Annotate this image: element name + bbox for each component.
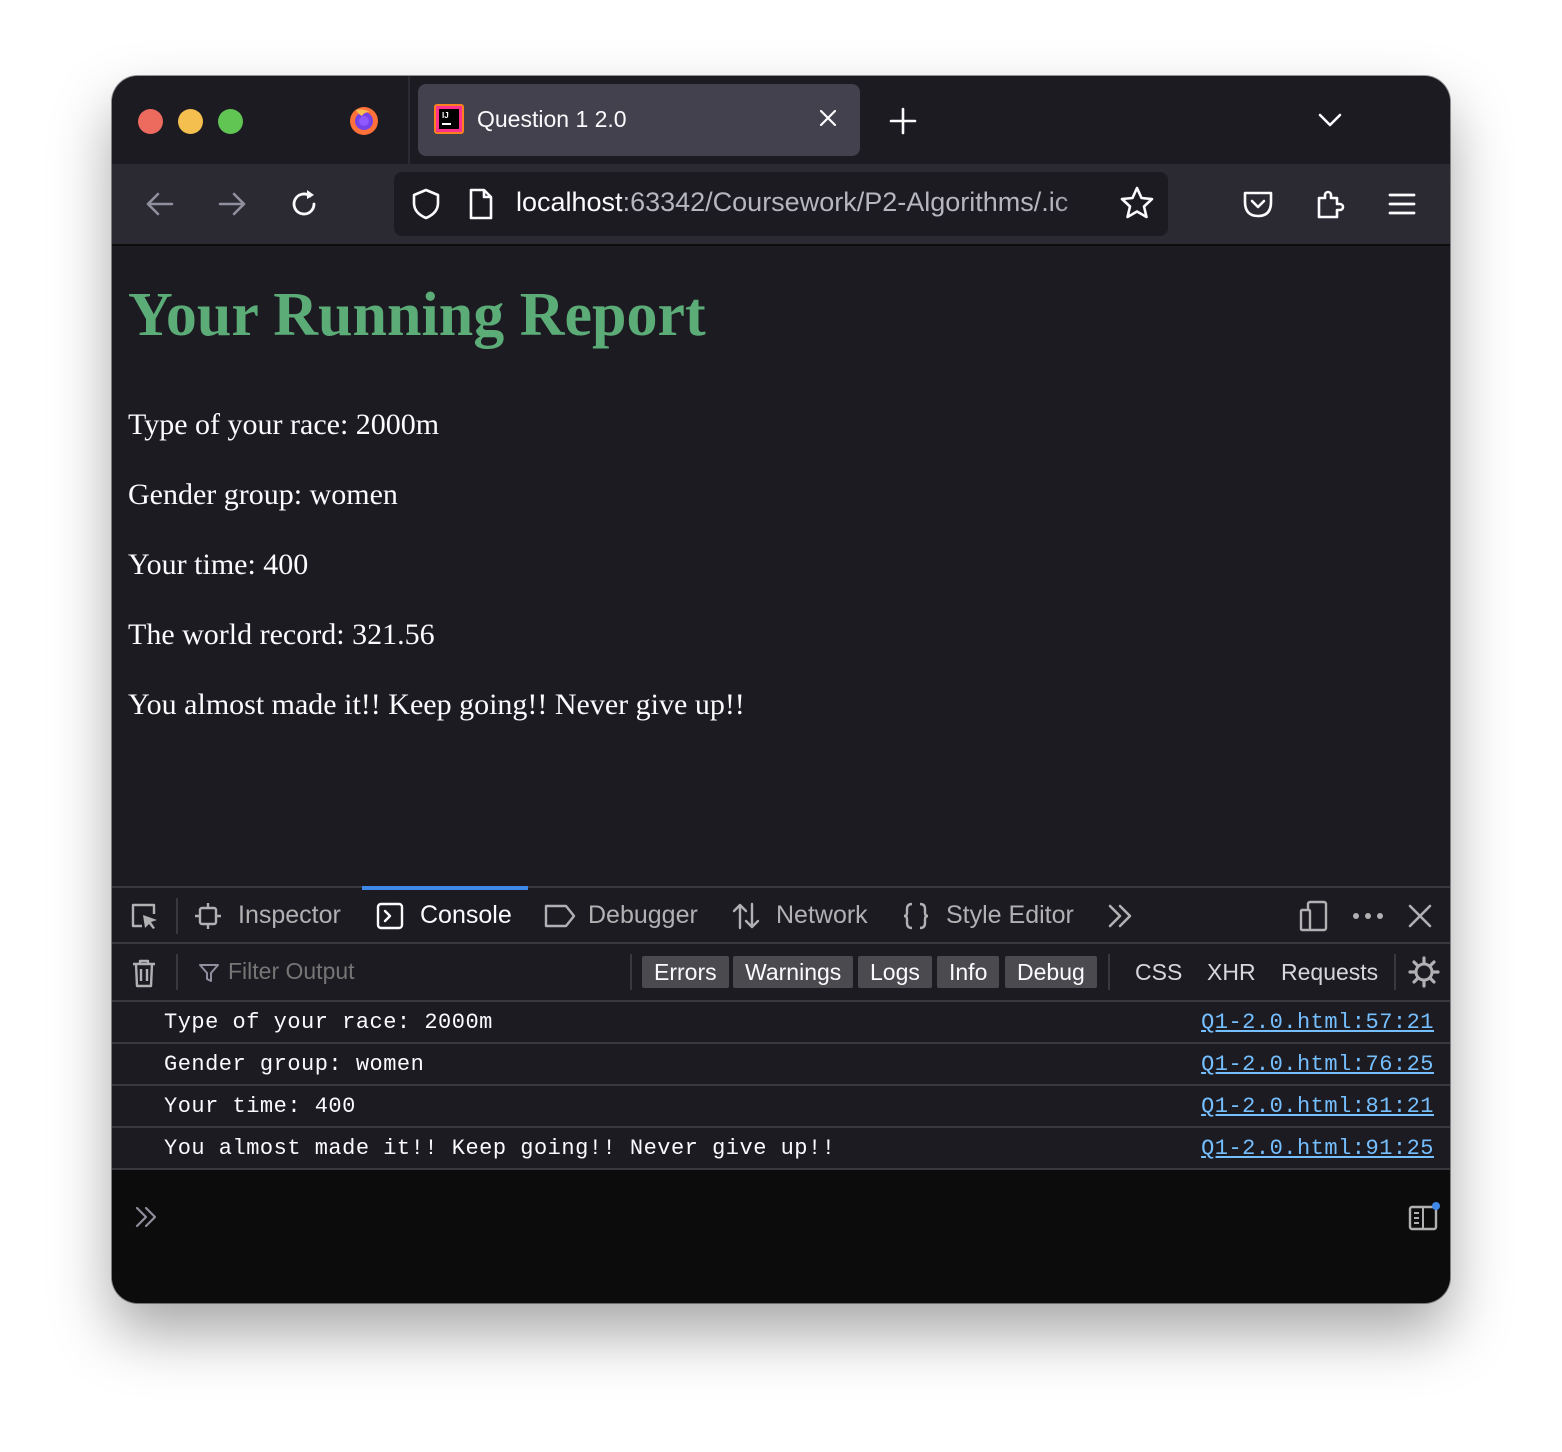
tab-style-editor[interactable]: Style Editor — [902, 888, 1082, 942]
filter-requests-button[interactable]: Requests — [1281, 956, 1378, 988]
url-bar[interactable]: localhost:63342/Coursework/P2-Algorithms… — [394, 172, 1168, 236]
tab-inspector[interactable]: Inspector — [194, 888, 354, 942]
page-content: Your Running Report Type of your race: 2… — [112, 246, 1450, 886]
tab-label: Network — [776, 901, 868, 929]
filter-errors-button[interactable]: Errors — [642, 956, 729, 988]
inspector-icon — [195, 903, 221, 929]
filter-funnel-icon — [199, 964, 219, 982]
shield-icon[interactable] — [408, 186, 444, 222]
page-info-icon[interactable] — [466, 186, 496, 222]
browser-window: IJ Question 1 2.0 localhost:63342/Course… — [112, 76, 1450, 1303]
console-input[interactable] — [172, 1198, 1372, 1238]
log-message: Type of your race: 2000m — [164, 1010, 493, 1035]
tab-network[interactable]: Network — [732, 888, 882, 942]
log-source-link[interactable]: Q1-2.0.html:76:25 — [1201, 1052, 1434, 1077]
tab-bar: IJ Question 1 2.0 — [112, 76, 1450, 164]
firefox-logo-icon[interactable] — [348, 104, 380, 136]
bookmark-star-icon[interactable] — [1118, 184, 1156, 222]
your-time-text: Your time: 400 — [128, 548, 309, 581]
minimize-window-button[interactable] — [178, 109, 203, 134]
debugger-icon — [544, 904, 576, 928]
extensions-puzzle-icon[interactable] — [1312, 186, 1348, 222]
devtools-toolbar: Inspector Console Debugger Network Style… — [112, 886, 1450, 944]
tab-separator — [408, 76, 410, 164]
pocket-icon[interactable] — [1240, 186, 1276, 222]
console-log-row: Your time: 400 Q1-2.0.html:81:21 — [112, 1086, 1450, 1128]
console-log-row: Gender group: women Q1-2.0.html:76:25 — [112, 1044, 1450, 1086]
forward-icon[interactable] — [214, 186, 250, 222]
responsive-design-icon[interactable] — [1298, 900, 1330, 932]
filter-logs-button[interactable]: Logs — [858, 956, 932, 988]
tab-label: Console — [420, 901, 512, 929]
close-window-button[interactable] — [138, 109, 163, 134]
log-message: You almost made it!! Keep going!! Never … — [164, 1136, 836, 1161]
toolbar-separator — [630, 954, 632, 990]
toolbar-separator — [176, 898, 178, 934]
console-icon — [376, 902, 404, 930]
intellij-favicon-icon: IJ — [434, 104, 464, 134]
gender-group-text: Gender group: women — [128, 478, 398, 511]
chevron-down-icon[interactable] — [1316, 106, 1344, 134]
encouragement-text: You almost made it!! Keep going!! Never … — [128, 688, 745, 721]
svg-text:IJ: IJ — [442, 111, 449, 120]
settings-gear-icon[interactable] — [1408, 956, 1440, 988]
tab-label: Inspector — [238, 901, 341, 929]
devtools-panel: Inspector Console Debugger Network Style… — [112, 886, 1450, 1303]
tab-debugger[interactable]: Debugger — [544, 888, 714, 942]
console-filter-bar: Errors Warnings Logs Info Debug CSS XHR … — [112, 944, 1450, 1002]
filter-output-input[interactable] — [228, 958, 608, 985]
trash-icon[interactable] — [130, 958, 158, 988]
navigation-toolbar: localhost:63342/Coursework/P2-Algorithms… — [112, 164, 1450, 246]
filter-info-button[interactable]: Info — [937, 956, 1000, 988]
url-host: localhost — [516, 187, 623, 217]
close-devtools-icon[interactable] — [1406, 902, 1434, 930]
tab-console[interactable]: Console — [376, 888, 526, 942]
url-text[interactable]: localhost:63342/Coursework/P2-Algorithms… — [516, 187, 1116, 218]
log-source-link[interactable]: Q1-2.0.html:81:21 — [1201, 1094, 1434, 1119]
console-log-row: You almost made it!! Keep going!! Never … — [112, 1128, 1450, 1170]
filter-debug-button[interactable]: Debug — [1005, 956, 1097, 988]
toolbar-separator — [1108, 954, 1110, 990]
log-message: Your time: 400 — [164, 1094, 356, 1119]
world-record-text: The world record: 321.56 — [128, 618, 435, 651]
more-options-icon[interactable] — [1350, 902, 1386, 930]
close-tab-icon[interactable] — [816, 106, 840, 130]
filter-css-button[interactable]: CSS — [1135, 956, 1182, 988]
tab-title: Question 1 2.0 — [477, 106, 627, 132]
log-source-link[interactable]: Q1-2.0.html:57:21 — [1201, 1010, 1434, 1035]
url-path: :63342/Coursework/P2-Algorithms/.ic — [622, 187, 1069, 217]
element-picker-icon[interactable] — [128, 900, 160, 932]
hamburger-menu-icon[interactable] — [1384, 186, 1420, 222]
url-fade — [1054, 172, 1114, 236]
console-prompt-chevron-icon[interactable] — [134, 1204, 160, 1230]
tab-label: Style Editor — [946, 901, 1074, 929]
more-tabs-chevron-icon[interactable] — [1106, 902, 1134, 930]
zoom-window-button[interactable] — [218, 109, 243, 134]
network-arrows-icon — [732, 902, 760, 930]
tab-label: Debugger — [588, 901, 698, 929]
filter-xhr-button[interactable]: XHR — [1207, 956, 1256, 988]
race-type-text: Type of your race: 2000m — [128, 408, 440, 441]
toolbar-separator — [1394, 954, 1396, 990]
console-log-row: Type of your race: 2000m Q1-2.0.html:57:… — [112, 1002, 1450, 1044]
log-message: Gender group: women — [164, 1052, 425, 1077]
new-tab-icon[interactable] — [888, 106, 918, 136]
filter-warnings-button[interactable]: Warnings — [733, 956, 854, 988]
editor-mode-toggle-icon[interactable] — [1408, 1202, 1440, 1234]
tab-active[interactable]: IJ Question 1 2.0 — [418, 84, 860, 156]
back-icon[interactable] — [142, 186, 178, 222]
toolbar-separator — [176, 954, 178, 990]
page-title: Your Running Report — [128, 281, 706, 349]
log-source-link[interactable]: Q1-2.0.html:91:25 — [1201, 1136, 1434, 1161]
reload-icon[interactable] — [286, 186, 322, 222]
braces-icon — [903, 902, 929, 930]
